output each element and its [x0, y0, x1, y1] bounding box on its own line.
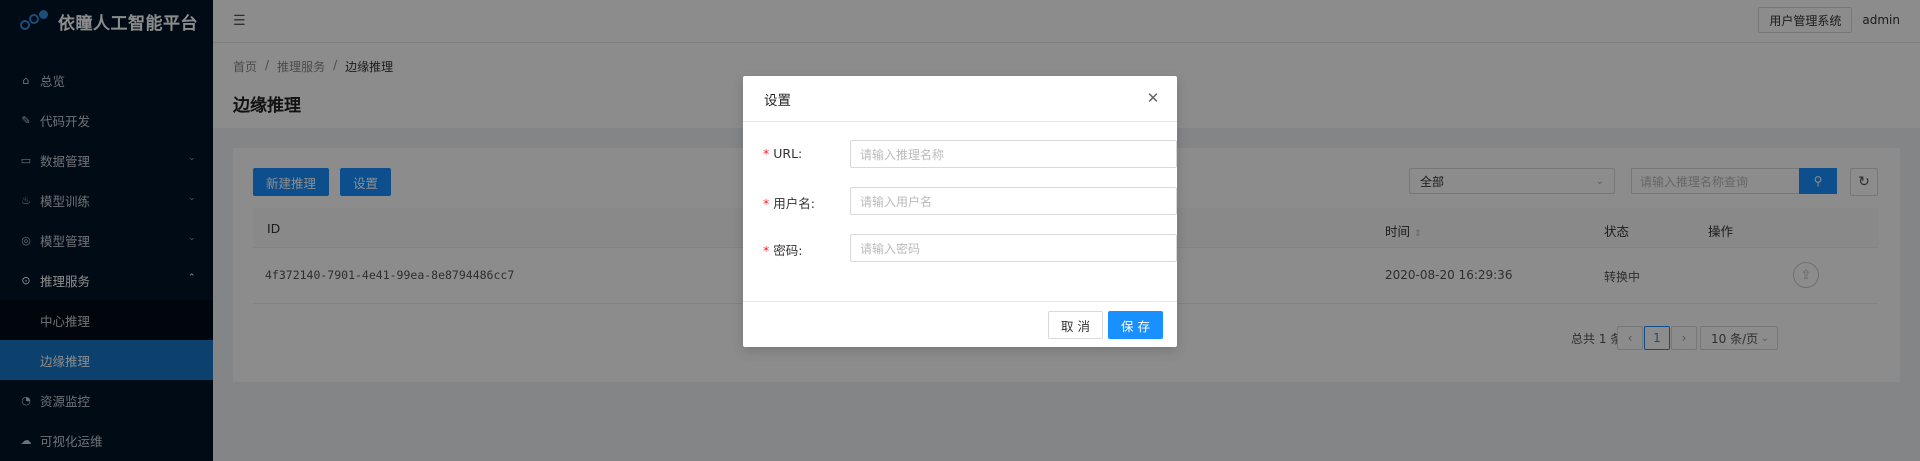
settings-modal: 设置 ✕ * URL: 请输入推理名称 * 用户名: 请输入用户名 * 密码: 请输入…	[743, 76, 1177, 347]
required-mark: *	[763, 196, 770, 211]
modal-footer: 取 消 保 存	[743, 301, 1177, 347]
save-button[interactable]: 保 存	[1108, 311, 1163, 339]
required-mark: *	[763, 243, 770, 258]
username-label: * 用户名:	[763, 193, 831, 212]
url-input[interactable]: 请输入推理名称	[850, 140, 1177, 168]
password-input[interactable]: 请输入密码	[850, 234, 1177, 262]
modal-title: 设置	[764, 92, 791, 109]
label-text: 用户名:	[773, 196, 815, 211]
form-row-password: * 密码: 请输入密码	[763, 234, 1177, 262]
cancel-button[interactable]: 取 消	[1048, 311, 1103, 339]
form-row-username: * 用户名: 请输入用户名	[763, 187, 1177, 215]
username-input[interactable]: 请输入用户名	[850, 187, 1177, 215]
modal-header: 设置	[743, 76, 1177, 122]
form-row-url: * URL: 请输入推理名称	[763, 140, 1177, 168]
label-text: 密码:	[773, 243, 803, 258]
url-label: * URL:	[763, 146, 831, 161]
password-label: * 密码:	[763, 240, 831, 259]
close-icon[interactable]: ✕	[1145, 89, 1161, 107]
required-mark: *	[763, 146, 770, 161]
label-text: URL:	[773, 146, 803, 161]
